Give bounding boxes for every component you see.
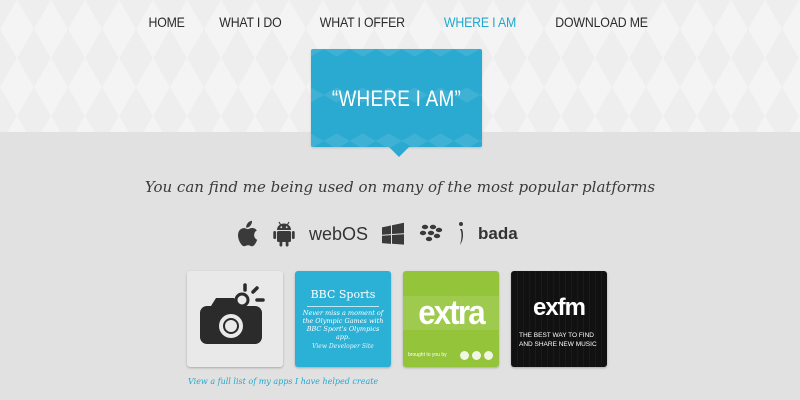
bbc-sports-title: BBC Sports	[310, 288, 376, 301]
camera-icon	[200, 283, 265, 344]
nav-item-what-i-do[interactable]: WHAT I DO	[220, 14, 282, 30]
exfm-logo-fm: fm	[557, 294, 586, 321]
nav-item-home[interactable]: HOME	[149, 14, 185, 30]
app-tile-exfm[interactable]: exfm THE BEST WAY TO FIND AND SHARE NEW …	[511, 271, 607, 367]
extra-byline: brought to you by	[408, 352, 447, 358]
app-tile-bbc-sports[interactable]: BBC Sports Never miss a moment of the Ol…	[295, 271, 391, 367]
windows-icon	[380, 221, 406, 247]
app-tile-camera[interactable]	[187, 271, 283, 367]
exfm-logo-ex: ex	[532, 294, 559, 321]
symbian-icon	[456, 221, 466, 247]
main-nav: HOME WHAT I DO WHAT I OFFER WHERE I AM D…	[0, 14, 800, 30]
brand-dot	[472, 351, 481, 360]
platform-list: webOS bada	[233, 219, 530, 249]
section-title-badge: “WHERE I AM”	[311, 49, 482, 157]
exfm-tagline: THE BEST WAY TO FIND AND SHARE NEW MUSIC	[519, 332, 597, 348]
brand-dot	[484, 351, 493, 360]
apple-icon	[233, 220, 259, 248]
bbc-sports-description: Never miss a moment of the Olympic Games…	[302, 309, 384, 341]
extra-logo: extra	[418, 294, 485, 332]
nav-item-what-i-offer[interactable]: WHAT I OFFER	[320, 14, 405, 30]
app-gallery: BBC Sports Never miss a moment of the Ol…	[187, 271, 619, 367]
platforms-tagline: You can find me being used on many of th…	[144, 178, 656, 196]
section-title: “WHERE I AM”	[331, 86, 462, 111]
nav-item-where-i-am[interactable]: WHERE I AM	[444, 14, 516, 30]
bada-label: bada	[478, 224, 518, 243]
extra-brand-dots	[460, 351, 493, 360]
android-icon	[271, 220, 297, 248]
bbc-developer-link[interactable]: View Developer Site	[295, 343, 391, 350]
exfm-logo: exfm	[511, 294, 607, 322]
full-app-list-link[interactable]: View a full list of my apps I have helpe…	[188, 377, 378, 386]
webos-label: webOS	[309, 223, 369, 244]
nav-item-download-me[interactable]: DOWNLOAD ME	[555, 14, 648, 30]
app-tile-extra[interactable]: extra brought to you by	[403, 271, 499, 367]
brand-dot	[460, 351, 469, 360]
bbc-divider	[307, 306, 379, 307]
blackberry-icon	[418, 222, 444, 246]
badge-pointer	[389, 147, 409, 157]
